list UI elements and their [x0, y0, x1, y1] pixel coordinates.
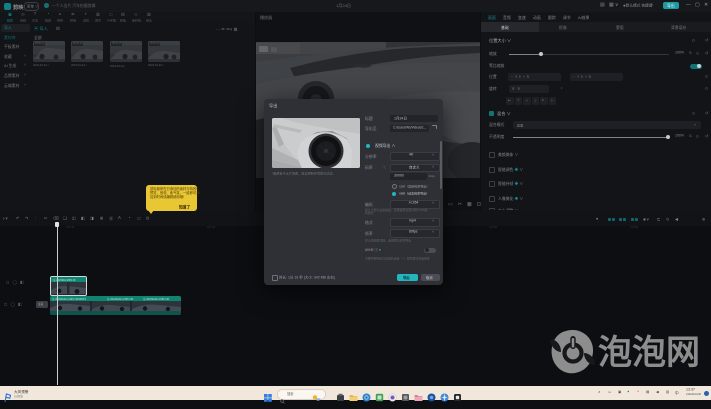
svg-text:泡泡网: 泡泡网 — [598, 334, 700, 372]
